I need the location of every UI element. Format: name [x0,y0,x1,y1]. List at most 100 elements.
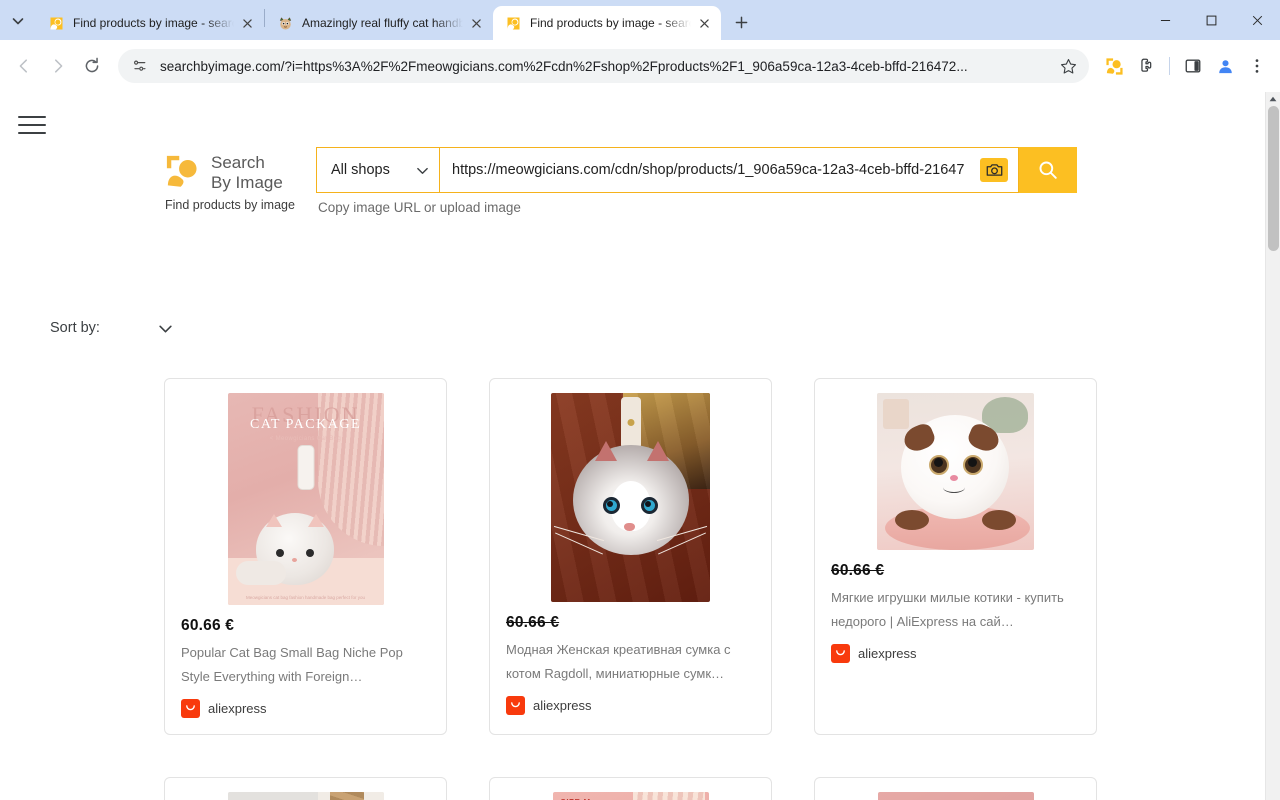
forward-button[interactable] [42,50,74,82]
tab-strip: Find products by image - search Amazingl [0,0,1280,40]
chevron-down-icon [12,18,24,25]
chrome-menu-icon[interactable] [1242,51,1272,81]
tab-search-button[interactable] [4,7,32,35]
searchbyimage-icon [48,15,64,31]
side-panel-icon[interactable] [1178,51,1208,81]
aliexpress-icon [181,698,200,718]
search-icon [1039,161,1057,179]
menu-bar [18,116,46,118]
search-button[interactable] [1019,147,1077,193]
search-hint: Copy image URL or upload image [318,200,521,215]
plus-icon [735,16,747,28]
product-thumbnail [831,393,1080,550]
tab-title: Find products by image - search [530,16,691,30]
product-shop: aliexpress [506,695,755,715]
close-icon [699,18,709,28]
browser-window: Find products by image - search Amazingl [0,0,1280,800]
shop-select-value: All shops [331,162,390,178]
product-description: Popular Cat Bag Small Bag Niche Pop Styl… [181,645,403,685]
back-button[interactable] [8,50,40,82]
chevron-down-icon [159,325,172,333]
camera-icon [986,164,1002,176]
minimize-button[interactable] [1142,0,1188,40]
maximize-button[interactable] [1188,0,1234,40]
reload-button[interactable] [76,50,108,82]
product-price: 60.66 € [506,614,560,631]
searchbyimage-logo-icon [166,155,202,187]
tab-close-button[interactable] [695,14,713,32]
brand-line-2: By Image [211,173,283,193]
product-card[interactable]: FASHION CAT PACKAGE < Meowgicians Cat Ba… [164,378,447,735]
menu-button[interactable] [18,110,46,140]
product-price: 60.66 € [831,562,885,579]
image-url-value: https://meowgicians.com/cdn/shop/product… [452,162,965,178]
bookmark-star-icon[interactable] [1060,58,1077,75]
product-card[interactable]: SIZE:M [489,776,772,800]
product-shop: aliexpress [181,698,430,718]
browser-tab-1[interactable]: Find products by image - search [36,6,264,40]
caret-up-icon [1269,96,1277,101]
sort-control: Sort by: [50,320,173,336]
searchbyimage-extension-icon[interactable] [1099,51,1129,81]
product-card[interactable]: 60.66 € Мягкие игрушки милые котики - ку… [814,378,1097,735]
product-card[interactable]: ENGLISH SHORT CAT DIAGONAL BAG [814,776,1097,800]
product-card[interactable]: 60.66 € Модная Женская креативная сумка … [489,378,772,735]
shop-name: aliexpress [858,645,917,661]
poster-subhead: CAT PACKAGE [249,417,362,432]
results-grid: FASHION CAT PACKAGE < Meowgicians Cat Ba… [164,378,1100,800]
search-section: Search By Image Find products by image A… [165,147,1077,215]
product-thumbnail [181,791,430,800]
product-description: Мягкие игрушки милые котики - купить нед… [831,590,1064,630]
close-icon [471,18,481,28]
tab-close-button[interactable] [467,14,485,32]
menu-bar [18,124,46,126]
arrow-right-icon [54,59,63,73]
product-thumbnail: ENGLISH SHORT CAT DIAGONAL BAG [831,791,1080,800]
brand-tagline: Find products by image [165,198,295,213]
page-viewport: Search By Image Find products by image A… [0,92,1280,800]
reload-icon [85,57,99,73]
product-card[interactable] [164,776,447,800]
brand-name: Search By Image [211,153,283,193]
product-thumbnail: SIZE:M [506,791,755,800]
window-controls [1142,0,1280,40]
product-thumbnail: FASHION CAT PACKAGE < Meowgicians Cat Ba… [181,393,430,605]
scrollbar-thumb[interactable] [1268,106,1279,251]
browser-tab-3[interactable]: Find products by image - search [493,6,721,40]
shop-select[interactable]: All shops [316,147,439,193]
site-brand: Search By Image Find products by image [165,147,305,212]
page-scrollbar[interactable] [1265,92,1280,800]
scroll-up-button[interactable] [1266,92,1280,105]
tab-title: Amazingly real fluffy cat handbag [302,16,463,30]
product-price: 60.66 € [181,617,235,634]
aliexpress-icon [831,643,850,663]
image-url-input[interactable]: https://meowgicians.com/cdn/shop/product… [439,147,1019,193]
profile-avatar-icon[interactable] [1210,51,1240,81]
address-bar-url: searchbyimage.com/?i=https%3A%2F%2Fmeowg… [160,58,968,74]
shop-name: aliexpress [208,700,267,716]
site-info-icon[interactable] [132,58,148,74]
product-description: Модная Женская креативная сумка с котом … [506,642,731,682]
shop-name: aliexpress [533,697,592,713]
close-window-button[interactable] [1234,0,1280,40]
menu-bar [18,132,46,134]
tab-title: Find products by image - search [73,16,234,30]
upload-image-button[interactable] [980,158,1008,182]
arrow-left-icon [19,59,28,73]
puzzle-icon [1141,58,1152,72]
tab-close-button[interactable] [238,14,256,32]
minimize-icon [1160,19,1170,21]
close-icon [1252,15,1262,25]
product-shop: aliexpress [831,643,1080,663]
extensions-puzzle-icon[interactable] [1131,51,1161,81]
sort-dropdown[interactable] [158,321,173,336]
toolbar-divider [1169,57,1170,75]
new-tab-button[interactable] [727,8,755,36]
address-bar[interactable]: searchbyimage.com/?i=https%3A%2F%2Fmeowg… [118,49,1089,83]
product-thumbnail [506,393,755,602]
maximize-icon [1206,15,1216,25]
chevron-down-icon [417,167,428,174]
browser-tab-2[interactable]: Amazingly real fluffy cat handbag [265,6,493,40]
browser-toolbar: searchbyimage.com/?i=https%3A%2F%2Fmeowg… [0,40,1280,92]
close-icon [242,18,252,28]
